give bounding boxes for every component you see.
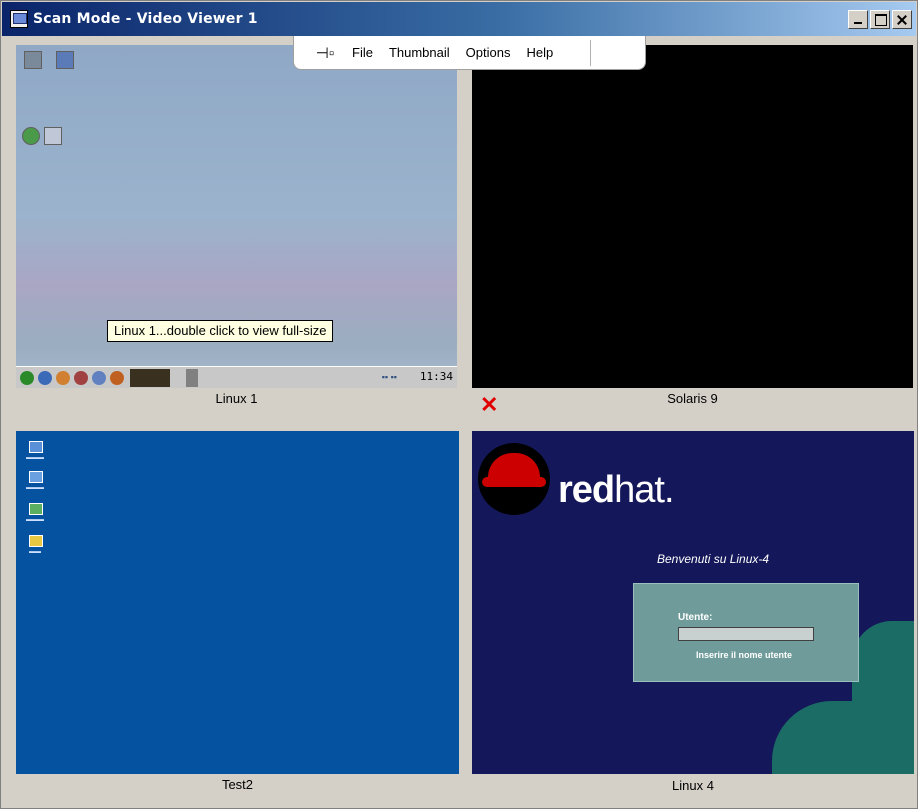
icon-caption: ▬▬▬	[26, 517, 44, 523]
system-tray: ▪▪ ▪▪	[381, 372, 397, 382]
login-box: Utente: Inserire il nome utente	[633, 583, 859, 682]
window-controls	[846, 10, 912, 29]
menu-help[interactable]: Help	[518, 45, 561, 60]
my-computer-icon	[29, 441, 43, 453]
app-monitor-icon	[10, 10, 28, 28]
brand-bold: red	[558, 469, 615, 511]
desktop-computer-icon	[56, 51, 74, 69]
icon-caption: ▬▬▬	[26, 485, 44, 491]
menu-thumbnail[interactable]: Thumbnail	[381, 45, 458, 60]
thumbnail-label: Linux 4	[672, 778, 714, 793]
background-shape	[772, 701, 914, 774]
mail-icon	[56, 371, 70, 385]
taskbar-clock: 11:34	[419, 370, 453, 383]
pager-block	[186, 369, 198, 387]
redhat-logo-icon	[478, 443, 550, 515]
pager-block	[130, 369, 170, 387]
login-label: Utente:	[678, 612, 713, 623]
video-viewer-window: Scan Mode - Video Viewer 1 ⊣▫ File Thumb…	[0, 0, 918, 809]
title-bar[interactable]: Scan Mode - Video Viewer 1	[2, 2, 916, 36]
login-hint: Inserire il nome utente	[696, 650, 793, 660]
thumbnail-solaris-9[interactable]	[472, 45, 913, 388]
tool-icon	[110, 371, 124, 385]
username-input	[678, 627, 814, 641]
minimize-button[interactable]	[848, 10, 868, 29]
thumbnail-label: Test2	[221, 777, 254, 792]
menu-file[interactable]: File	[344, 45, 381, 60]
floating-menu-bar: ⊣▫ File Thumbnail Options Help	[293, 36, 646, 70]
redhat-wordmark: redhat.	[558, 469, 675, 512]
thumbnail-test2[interactable]: ▬▬▬ ▬▬▬ ▬▬▬ ▬▬	[16, 431, 459, 774]
welcome-text: Benvenuti su Linux-4	[657, 552, 770, 566]
window-title: Scan Mode - Video Viewer 1	[33, 11, 258, 27]
icon-caption: ▬▬▬	[26, 455, 44, 461]
linux-taskbar: ▪▪ ▪▪ 11:34	[16, 366, 457, 388]
network-places-icon	[29, 471, 43, 483]
thumbnail-tooltip: Linux 1...double click to view full-size	[107, 320, 334, 342]
desktop-globe-icon	[22, 127, 40, 145]
brand-rest: hat.	[614, 469, 674, 511]
menu-options[interactable]: Options	[458, 45, 519, 60]
thumbnail-label: Solaris 9	[667, 391, 718, 406]
close-button[interactable]	[892, 10, 912, 29]
thumbnail-label: Linux 1	[215, 391, 258, 406]
menu-separator	[590, 40, 591, 66]
files-icon	[92, 371, 106, 385]
pin-icon[interactable]: ⊣▫	[314, 44, 336, 62]
desktop-text-icon	[44, 127, 62, 145]
folder-icon	[29, 535, 43, 547]
icon-caption: ▬▬	[29, 549, 41, 555]
desktop-trash-icon	[24, 51, 42, 69]
thumbnail-linux-4[interactable]: redhat. Benvenuti su Linux-4 Utente: Ins…	[472, 431, 914, 774]
start-icon	[20, 371, 34, 385]
maximize-button[interactable]	[870, 10, 890, 29]
office-icon	[74, 371, 88, 385]
recycle-bin-icon	[29, 503, 43, 515]
browser-icon	[38, 371, 52, 385]
